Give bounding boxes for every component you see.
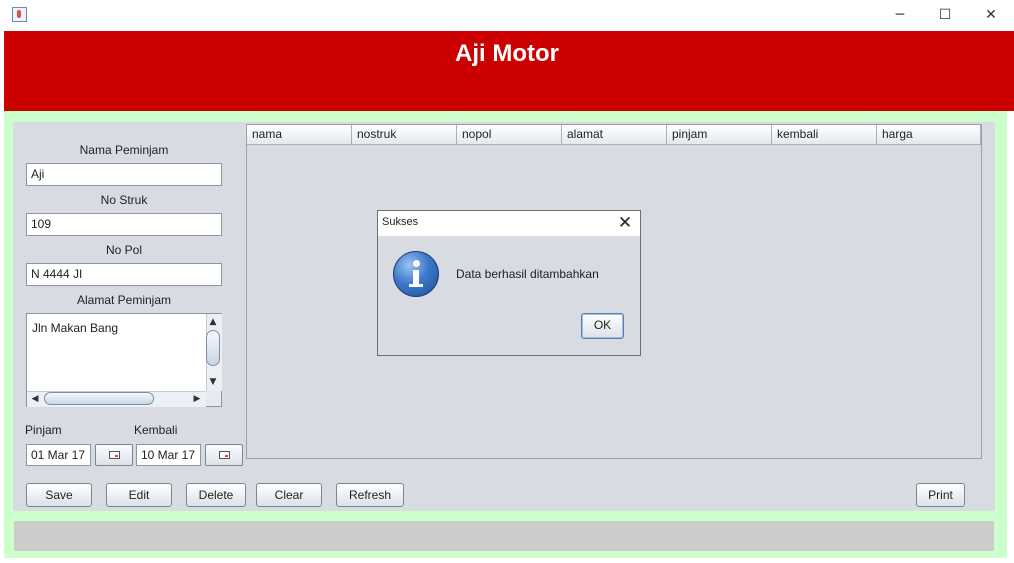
column-header-nostruk[interactable]: nostruk [352, 125, 457, 145]
calendar-icon [109, 451, 120, 459]
nama-peminjam-label: Nama Peminjam [79, 143, 169, 157]
column-header-harga[interactable]: harga [877, 125, 981, 145]
info-icon-dot [413, 260, 420, 267]
refresh-button[interactable]: Refresh [336, 483, 404, 507]
dialog-message: Data berhasil ditambahkan [456, 267, 599, 281]
no-pol-label: No Pol [105, 243, 143, 257]
scroll-down-icon[interactable]: ▼ [206, 377, 220, 387]
column-header-alamat[interactable]: alamat [562, 125, 667, 145]
horizontal-scroll-thumb[interactable] [44, 392, 154, 405]
status-bar [14, 521, 994, 551]
column-header-nopol[interactable]: nopol [457, 125, 562, 145]
alamat-peminjam-text: Jln Makan Bang [32, 321, 119, 335]
scroll-left-icon[interactable]: ◀ [28, 394, 42, 404]
kembali-label: Kembali [134, 423, 178, 437]
scroll-up-icon[interactable]: ▲ [206, 317, 220, 327]
info-icon-stem [409, 270, 423, 287]
pinjam-date-input[interactable]: 01 Mar 17 [26, 444, 91, 466]
no-struk-label: No Struk [100, 193, 148, 207]
maximize-button[interactable]: ☐ [922, 0, 968, 31]
column-header-kembali[interactable]: kembali [772, 125, 877, 145]
column-header-nama[interactable]: nama [247, 125, 352, 145]
alamat-peminjam-label: Alamat Peminjam [76, 293, 172, 307]
kembali-date-input[interactable]: 10 Mar 17 [136, 444, 201, 466]
dialog-close-icon[interactable]: ✕ [614, 212, 636, 234]
edit-button[interactable]: Edit [106, 483, 172, 507]
dialog-title: Sukses [382, 216, 419, 228]
scroll-corner [206, 391, 221, 406]
minimize-button[interactable]: ─ [877, 0, 923, 31]
clear-button[interactable]: Clear [256, 483, 322, 507]
nama-peminjam-input[interactable]: Aji [26, 163, 222, 186]
calendar-icon [219, 451, 230, 459]
app-title: Aji Motor [455, 40, 559, 67]
save-button[interactable]: Save [26, 483, 92, 507]
ok-button[interactable]: OK [581, 313, 624, 339]
pinjam-label: Pinjam [25, 423, 62, 437]
no-pol-input[interactable]: N 4444 JI [26, 263, 222, 286]
window-title-bar [0, 0, 1014, 31]
vertical-scroll-thumb[interactable] [206, 330, 220, 366]
print-button[interactable]: Print [916, 483, 965, 507]
delete-button[interactable]: Delete [186, 483, 246, 507]
pinjam-calendar-button[interactable] [95, 444, 133, 466]
close-window-button[interactable]: ✕ [968, 0, 1014, 31]
java-app-icon [12, 7, 27, 22]
info-icon [393, 251, 439, 297]
scroll-right-icon[interactable]: ▶ [190, 394, 204, 404]
no-struk-input[interactable]: 109 [26, 213, 222, 236]
kembali-calendar-button[interactable] [205, 444, 243, 466]
column-header-pinjam[interactable]: pinjam [667, 125, 772, 145]
